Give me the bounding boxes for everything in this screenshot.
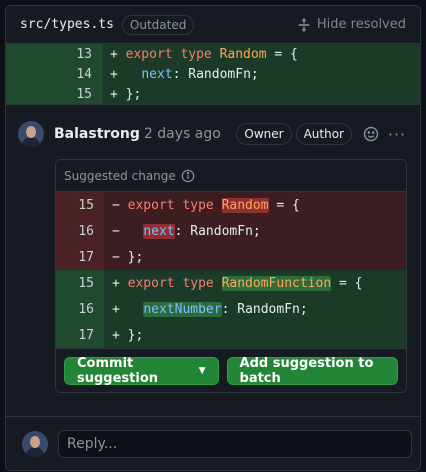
line-number: 16 <box>56 218 104 244</box>
added-line: 17 + }; <box>56 322 406 348</box>
code-text: + next: RandomFn; <box>110 66 259 82</box>
code-text: + export type RandomFunction = { <box>112 275 363 291</box>
removed-line: 17 − }; <box>56 244 406 270</box>
code-line: 15 + }; <box>6 84 420 104</box>
comment-author[interactable]: Balastrong <box>54 126 140 142</box>
code-context: 13 + export type Random = { 14 + next: R… <box>6 44 420 104</box>
reply-area: Reply... <box>6 416 420 470</box>
add-to-batch-label: Add suggestion to batch <box>239 355 374 386</box>
suggestion-title: Suggested change <box>64 168 176 183</box>
code-line: 13 + export type Random = { <box>6 44 420 64</box>
code-text: + export type Random = { <box>110 46 298 62</box>
comment-header: Balastrong 2 days ago Owner Author ··· <box>18 119 408 149</box>
suggestion-header: Suggested change <box>56 160 406 192</box>
comment-timestamp[interactable]: 2 days ago <box>144 126 221 142</box>
file-path-link[interactable]: src/types.ts <box>20 17 114 32</box>
line-number: 17 <box>56 322 104 348</box>
code-text: − }; <box>112 249 144 265</box>
added-line: 16 + nextNumber: RandomFn; <box>56 296 406 322</box>
removed-line: 16 − next: RandomFn; <box>56 218 406 244</box>
line-number: 16 <box>56 296 104 322</box>
line-number: 13 <box>6 44 102 64</box>
reply-input[interactable]: Reply... <box>58 429 412 458</box>
code-text: − export type Random = { <box>112 197 300 213</box>
line-number: 15 <box>56 192 104 218</box>
fold-icon <box>298 17 310 32</box>
author-badge: Author <box>295 123 352 145</box>
chevron-down-icon[interactable]: ▼ <box>199 366 206 376</box>
info-icon[interactable] <box>181 169 195 183</box>
code-text: + nextNumber: RandomFn; <box>112 301 308 317</box>
outdated-badge: Outdated <box>121 14 195 35</box>
review-thread-panel: src/types.ts Outdated Hide resolved 13 +… <box>5 5 421 471</box>
suggested-change: Suggested change 15 − export type Random… <box>55 159 407 393</box>
hide-resolved-button[interactable]: Hide resolved <box>297 17 406 32</box>
review-comment: Balastrong 2 days ago Owner Author ··· S… <box>6 104 420 393</box>
code-text: − next: RandomFn; <box>112 223 261 239</box>
commit-suggestion-label: Commit suggestion <box>77 355 159 386</box>
line-number: 15 <box>56 270 104 296</box>
hide-resolved-label: Hide resolved <box>316 17 406 32</box>
code-line: 14 + next: RandomFn; <box>6 64 420 84</box>
line-number: 17 <box>56 244 104 270</box>
added-line: 15 + export type RandomFunction = { <box>56 270 406 296</box>
add-to-batch-button[interactable]: Add suggestion to batch <box>226 355 398 386</box>
suggestion-actions: Commit suggestion ▼ Add suggestion to ba… <box>56 348 406 392</box>
avatar[interactable] <box>18 121 44 147</box>
removed-line: 15 − export type Random = { <box>56 192 406 218</box>
owner-badge: Owner <box>236 123 292 145</box>
line-number: 15 <box>6 84 102 104</box>
code-text: + }; <box>110 86 142 102</box>
commit-suggestion-button[interactable]: Commit suggestion ▼ <box>64 355 219 386</box>
kebab-menu-icon[interactable]: ··· <box>386 125 408 144</box>
code-text: + }; <box>112 327 144 343</box>
file-header: src/types.ts Outdated Hide resolved <box>6 6 420 44</box>
line-number: 14 <box>6 64 102 84</box>
reply-placeholder: Reply... <box>67 435 118 452</box>
smiley-icon[interactable] <box>362 125 380 143</box>
avatar <box>22 430 48 457</box>
